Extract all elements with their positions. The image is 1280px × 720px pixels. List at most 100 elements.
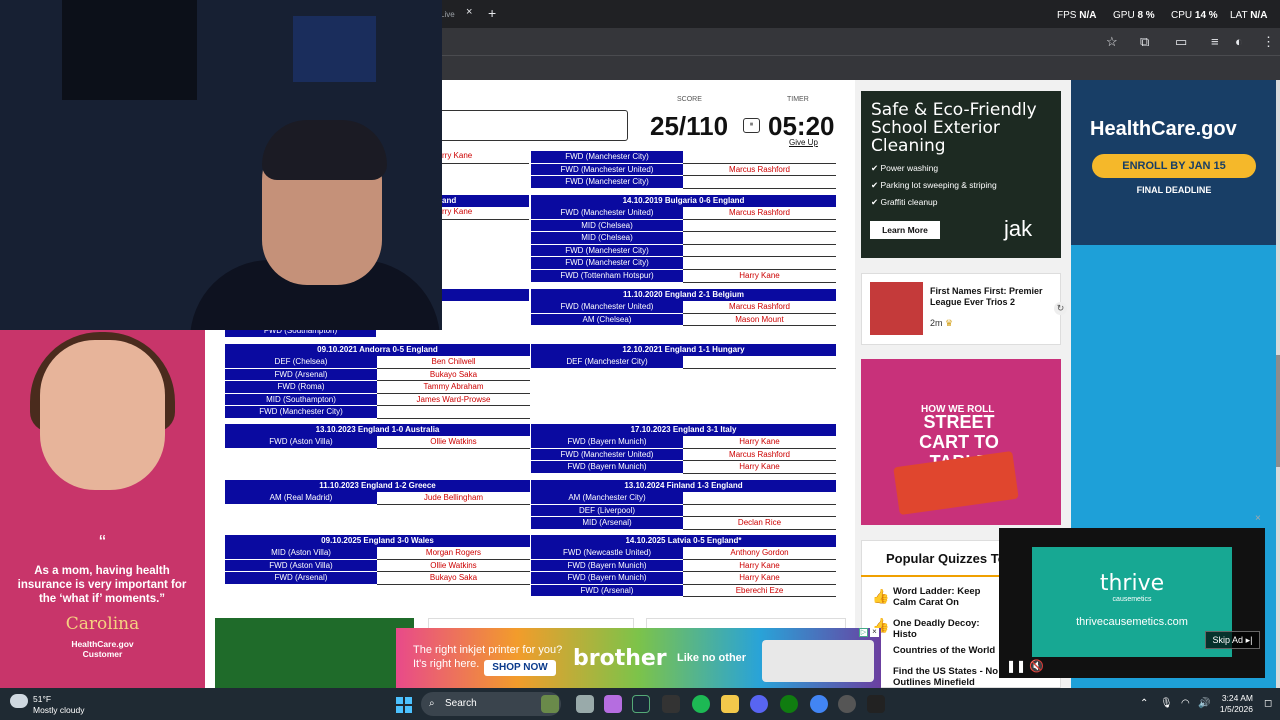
tab-close-icon[interactable]: × xyxy=(466,6,472,18)
perf-value: N/A xyxy=(1079,10,1097,21)
file-explorer-icon[interactable] xyxy=(721,695,739,713)
pause-icon[interactable]: ❚❚ xyxy=(1006,659,1026,673)
new-tab-button[interactable]: + xyxy=(488,5,496,21)
person-hair xyxy=(262,120,387,180)
notification-icon[interactable]: ◻ xyxy=(1264,698,1272,709)
microphone-icon[interactable]: 🎙 xyxy=(1160,698,1173,709)
table-row: FWD (Newcastle United) Anthony Gordon xyxy=(531,547,836,560)
close-icon[interactable]: × xyxy=(870,628,879,637)
table-row: FWD (Manchester City) xyxy=(531,244,836,258)
perf-label: GPU xyxy=(1113,10,1135,21)
discord-icon[interactable] xyxy=(750,695,768,713)
table-row: MID (Southampton) James Ward-Prowse xyxy=(225,393,530,407)
position-cell: AM (Chelsea) xyxy=(531,313,683,327)
position-cell: FWD (Manchester City) xyxy=(225,406,377,419)
position-cell: FWD (Aston Villa) xyxy=(225,436,377,449)
volume-icon[interactable]: 🔊 xyxy=(1198,698,1210,709)
perf-value: N/A xyxy=(1250,10,1268,21)
weather-widget[interactable]: 51°F Mostly cloudy xyxy=(33,694,85,716)
answer-cell: Ben Chilwell xyxy=(377,356,530,369)
perf-lat: LAT N/A xyxy=(1230,10,1267,21)
match-header: 13.10.2024 Finland 1-3 England xyxy=(531,480,836,492)
chevron-up-icon[interactable]: ⌃ xyxy=(1140,698,1148,709)
reading-list-icon[interactable]: ≡ xyxy=(1211,34,1219,49)
epic-games-icon[interactable] xyxy=(662,695,680,713)
position-cell: MID (Chelsea) xyxy=(531,232,683,245)
answer-input[interactable] xyxy=(420,110,628,141)
bookmark-star-icon[interactable]: ☆ xyxy=(1106,34,1118,50)
answer-cell: Harry Kane xyxy=(683,269,836,283)
position-cell: DEF (Chelsea) xyxy=(225,356,377,369)
epic-launcher-icon[interactable] xyxy=(867,695,885,713)
position-cell: FWD (Roma) xyxy=(225,381,377,394)
answer-cell xyxy=(683,244,836,258)
testimonial-source: HealthCare.gov Customer xyxy=(0,639,205,659)
system-clock[interactable]: 3:24 AM 1/5/2026 xyxy=(1219,693,1253,715)
answer-cell: James Ward-Prowse xyxy=(377,393,530,407)
taskbar-search[interactable]: ⌕ Search xyxy=(421,692,561,716)
learn-more-button[interactable]: Learn More xyxy=(870,221,940,239)
extensions-icon[interactable]: ⧉ xyxy=(1140,34,1149,50)
table-row: FWD (Bayern Munich) Harry Kane xyxy=(531,559,836,573)
quiz-thumbnail[interactable] xyxy=(870,282,923,335)
refresh-icon[interactable]: ↻ xyxy=(1054,302,1067,315)
spotify-icon[interactable] xyxy=(692,695,710,713)
answer-cell: Harry Kane xyxy=(683,572,836,585)
solitaire-ad[interactable] xyxy=(215,618,414,688)
shop-now-button[interactable]: SHOP NOW xyxy=(484,660,556,676)
chrome-icon[interactable] xyxy=(810,695,828,713)
popular-quiz-item[interactable]: Word Ladder: Keep Calm Carat On xyxy=(893,586,1003,608)
match-table: 13.10.2023 England 1-0 Australia FWD (Ast… xyxy=(225,424,530,449)
give-up-button[interactable]: Give Up xyxy=(789,138,818,147)
match-table: 13.10.2024 Finland 1-3 England AM (Manche… xyxy=(531,480,836,530)
close-icon[interactable]: × xyxy=(1255,513,1261,524)
position-cell: FWD (Manchester United) xyxy=(531,207,683,220)
wifi-icon[interactable]: ◠ xyxy=(1181,698,1190,709)
windows-start-icon[interactable] xyxy=(396,697,412,713)
popular-quiz-item[interactable]: One Deadly Decoy: Histo xyxy=(893,618,1003,640)
position-cell: FWD (Manchester United) xyxy=(531,448,683,462)
position-cell: FWD (Manchester City) xyxy=(531,257,683,270)
enroll-button[interactable]: ENROLL BY JAN 15 xyxy=(1092,154,1256,178)
position-cell: FWD (Arsenal) xyxy=(225,572,377,585)
copilot-icon[interactable] xyxy=(604,695,622,713)
profile-icon[interactable]: ◐ xyxy=(1235,34,1243,49)
table-row: FWD (Bayern Munich) Harry Kane xyxy=(531,572,836,585)
position-cell: FWD (Bayern Munich) xyxy=(531,572,683,585)
pause-icon[interactable]: ⏸ xyxy=(743,118,760,133)
table-row: FWD (Arsenal) Bukayo Saka xyxy=(225,368,530,382)
search-label: Search xyxy=(445,698,477,709)
weather-icon[interactable] xyxy=(10,694,28,708)
skip-ad-button[interactable]: Skip Ad ▸| xyxy=(1205,631,1260,649)
trophy-icon: ♛ xyxy=(945,318,954,328)
table-row: FWD (Manchester United) Marcus Rashford xyxy=(531,448,836,462)
popular-quiz-item[interactable]: Find the US States - No Outlines Minefie… xyxy=(893,666,1003,688)
match-header xyxy=(442,289,529,301)
xbox-icon[interactable] xyxy=(780,695,798,713)
answer-cell: Marcus Rashford xyxy=(683,163,836,177)
obs-icon[interactable] xyxy=(838,695,856,713)
perf-label: FPS xyxy=(1057,10,1077,21)
thrive-url: thrivecausemetics.com xyxy=(1076,616,1188,628)
match-table: 11.10.2020 England 2-1 Belgium FWD (Manch… xyxy=(531,289,836,327)
score-value: 25/110 xyxy=(650,111,729,141)
ad-title: Safe & Eco-Friendly School Exterior Clea… xyxy=(871,100,1037,156)
position-cell: DEF (Manchester City) xyxy=(531,356,683,369)
table-row: FWD (Manchester City) xyxy=(225,406,530,419)
cast-icon[interactable]: ▭ xyxy=(1175,34,1187,50)
task-view-icon[interactable] xyxy=(576,695,594,713)
table-row: AM (Real Madrid) Jude Bellingham xyxy=(225,492,530,505)
position-cell: FWD (Manchester City) xyxy=(531,244,683,258)
popular-quiz-item[interactable]: Countries of the World xyxy=(893,645,1003,656)
position-cell: FWD (Bayern Munich) xyxy=(531,461,683,474)
quiz-card-title[interactable]: First Names First: Premier League Ever T… xyxy=(930,286,1050,308)
steam-icon[interactable] xyxy=(632,695,650,713)
menu-icon[interactable]: ⋮ xyxy=(1262,34,1275,50)
scrollbar-thumb[interactable] xyxy=(1276,355,1280,467)
answer-cell: Tammy Abraham xyxy=(377,381,530,394)
mute-icon[interactable]: 🔇 xyxy=(1029,659,1044,673)
answer-cell: Bukayo Saka xyxy=(377,572,530,585)
adchoices-icon[interactable]: ▷ xyxy=(859,628,868,637)
kroger-ad[interactable]: HOW WE ROLL STREET CART TO TABLE xyxy=(861,359,1061,525)
ad-bullet: ✔ Parking lot sweeping & striping xyxy=(871,180,997,190)
